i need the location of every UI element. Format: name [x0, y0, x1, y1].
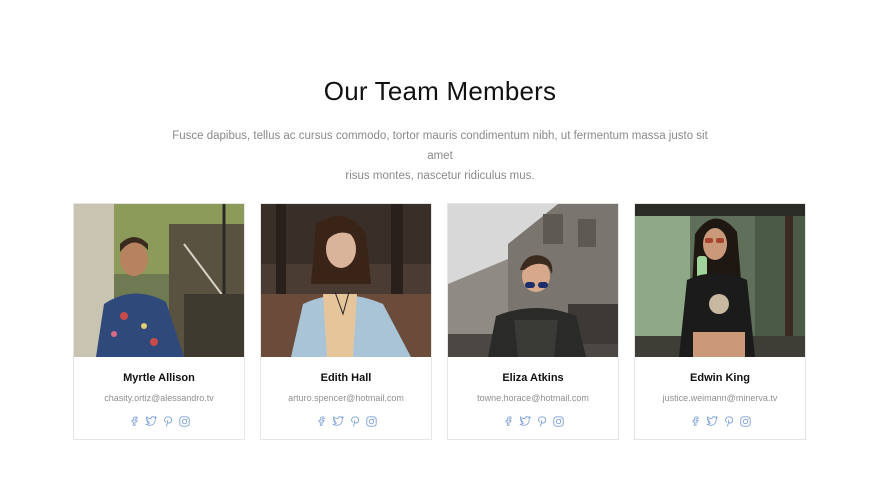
instagram-icon[interactable]: [740, 415, 752, 427]
twitter-icon[interactable]: [332, 415, 344, 427]
member-email[interactable]: arturo.spencer@hotmail.com: [261, 393, 431, 403]
member-email[interactable]: chasity.ortiz@alessandro.tv: [74, 393, 244, 403]
facebook-icon[interactable]: [315, 415, 327, 427]
instagram-icon[interactable]: [179, 415, 191, 427]
subtitle-line-1: Fusce dapibus, tellus ac cursus commodo,…: [172, 130, 708, 162]
facebook-icon[interactable]: [128, 415, 140, 427]
member-photo: [74, 204, 244, 357]
instagram-icon[interactable]: [366, 415, 378, 427]
member-photo: [448, 204, 618, 357]
member-photo: [261, 204, 431, 357]
member-name: Edith Hall: [320, 372, 372, 384]
team-section: Our Team Members Fusce dapibus, tellus a…: [0, 0, 880, 502]
team-cards: Myrtle Allison chasity.ortiz@alessandro.…: [73, 203, 806, 440]
member-name: Eliza Atkins: [502, 372, 564, 384]
team-card: Edwin King justice.weimann@minerva.tv: [634, 203, 806, 440]
instagram-icon[interactable]: [553, 415, 565, 427]
pinterest-icon[interactable]: [349, 415, 361, 427]
facebook-icon[interactable]: [689, 415, 701, 427]
subtitle-line-2: risus montes, nascetur ridiculus mus.: [345, 170, 535, 182]
facebook-icon[interactable]: [502, 415, 514, 427]
section-subtitle: Fusce dapibus, tellus ac cursus commodo,…: [160, 126, 720, 186]
team-card: Edith Hall arturo.spencer@hotmail.com: [260, 203, 432, 440]
member-email[interactable]: justice.weimann@minerva.tv: [635, 393, 805, 403]
team-card: Eliza Atkins towne.horace@hotmail.com: [447, 203, 619, 440]
social-links: [635, 415, 805, 427]
member-name: Myrtle Allison: [123, 372, 195, 384]
section-title: Our Team Members: [323, 76, 557, 106]
member-email[interactable]: towne.horace@hotmail.com: [448, 393, 618, 403]
team-card: Myrtle Allison chasity.ortiz@alessandro.…: [73, 203, 245, 440]
twitter-icon[interactable]: [519, 415, 531, 427]
pinterest-icon[interactable]: [162, 415, 174, 427]
member-photo: [635, 204, 805, 357]
twitter-icon[interactable]: [145, 415, 157, 427]
social-links: [448, 415, 618, 427]
social-links: [74, 415, 244, 427]
member-name: Edwin King: [690, 372, 750, 384]
twitter-icon[interactable]: [706, 415, 718, 427]
social-links: [261, 415, 431, 427]
pinterest-icon[interactable]: [723, 415, 735, 427]
pinterest-icon[interactable]: [536, 415, 548, 427]
